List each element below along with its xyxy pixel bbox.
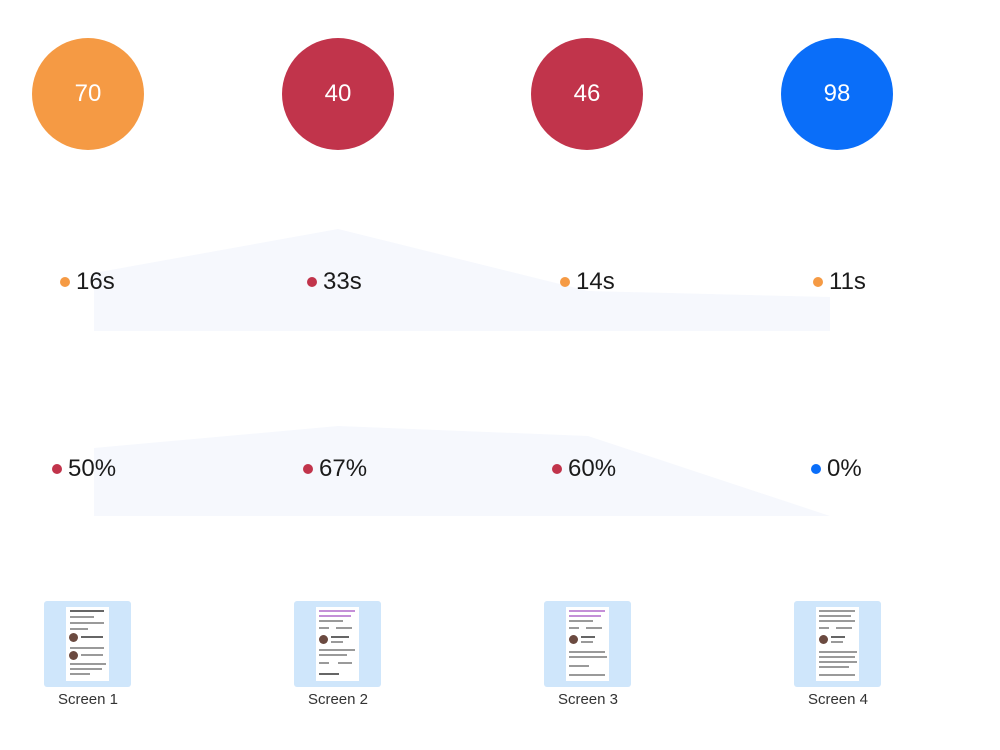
score-circle: 46 bbox=[531, 38, 643, 150]
screen-label: Screen 1 bbox=[57, 691, 119, 708]
percent-metric: 60% bbox=[552, 455, 616, 483]
screen-thumbnail[interactable] bbox=[294, 601, 381, 687]
phone-screenshot-image bbox=[66, 607, 109, 681]
status-dot-icon bbox=[560, 277, 570, 287]
comparison-panel: 70 40 46 98 16s 33s 14s 11s 50% 67% 60% … bbox=[0, 0, 1000, 750]
screen-thumbnail[interactable] bbox=[44, 601, 131, 687]
time-metric: 14s bbox=[560, 268, 615, 296]
percent-value: 67% bbox=[319, 455, 368, 482]
percent-value: 0% bbox=[827, 455, 862, 482]
percent-metric: 67% bbox=[303, 455, 367, 483]
score-circle: 40 bbox=[282, 38, 394, 150]
status-dot-icon bbox=[60, 277, 70, 287]
status-dot-icon bbox=[303, 464, 313, 474]
score-circle: 98 bbox=[781, 38, 893, 150]
screen-label: Screen 3 bbox=[557, 691, 619, 708]
phone-screenshot-image bbox=[316, 607, 359, 681]
percent-value: 60% bbox=[568, 455, 617, 482]
screen-thumbnail[interactable] bbox=[794, 601, 881, 687]
time-value: 11s bbox=[829, 268, 866, 295]
time-value: 16s bbox=[76, 268, 115, 295]
status-dot-icon bbox=[307, 277, 317, 287]
screen-label: Screen 2 bbox=[307, 691, 369, 708]
time-value: 33s bbox=[323, 268, 362, 295]
time-metric: 11s bbox=[813, 268, 866, 296]
time-metric: 33s bbox=[307, 268, 362, 296]
time-value: 14s bbox=[576, 268, 615, 295]
status-dot-icon bbox=[52, 464, 62, 474]
percent-metric: 0% bbox=[811, 455, 862, 483]
phone-screenshot-image bbox=[566, 607, 609, 681]
status-dot-icon bbox=[813, 277, 823, 287]
percent-metric: 50% bbox=[52, 455, 116, 483]
screen-thumbnail[interactable] bbox=[544, 601, 631, 687]
phone-screenshot-image bbox=[816, 607, 859, 681]
percent-value: 50% bbox=[68, 455, 117, 482]
screen-label: Screen 4 bbox=[807, 691, 869, 708]
status-dot-icon bbox=[811, 464, 821, 474]
status-dot-icon bbox=[552, 464, 562, 474]
time-metric: 16s bbox=[60, 268, 115, 296]
score-circle: 70 bbox=[32, 38, 144, 150]
